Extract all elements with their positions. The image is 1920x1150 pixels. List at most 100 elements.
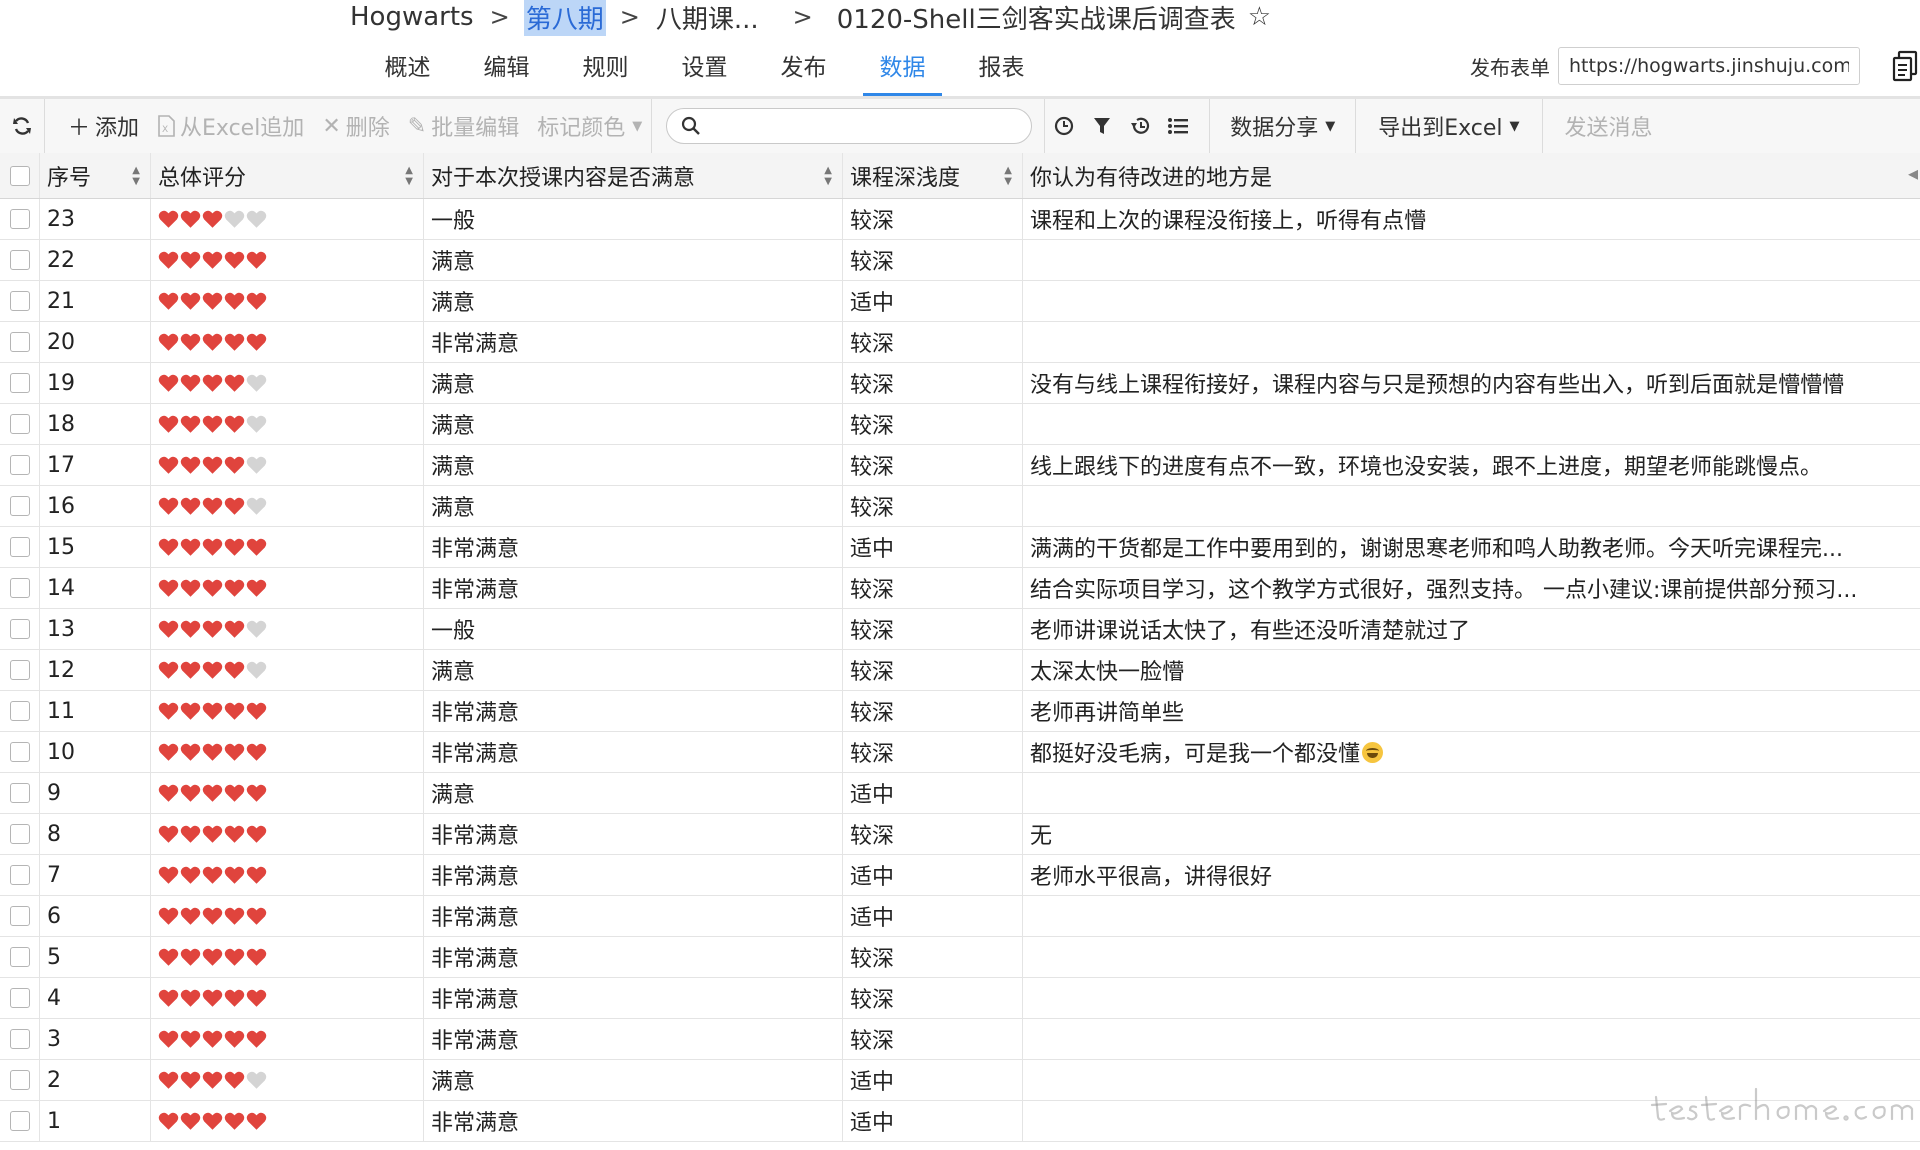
cell-depth[interactable]: 适中: [843, 855, 1023, 895]
cell-seq[interactable]: 9: [40, 773, 151, 813]
table-row[interactable]: 3 非常满意 较深: [0, 1019, 1920, 1060]
cell-satisfaction[interactable]: 一般: [424, 199, 843, 239]
table-row[interactable]: 11 非常满意 较深 老师再讲简单些: [0, 691, 1920, 732]
row-checkbox[interactable]: [9, 947, 30, 967]
cell-improvement[interactable]: 太深太快一脸懵: [1023, 650, 1920, 690]
cell-improvement[interactable]: 没有与线上课程衔接好，课程内容与只是预想的内容有些出入，听到后面就是懵懵懵: [1023, 363, 1920, 403]
row-checkbox[interactable]: [9, 1070, 30, 1090]
table-row[interactable]: 8 非常满意 较深 无: [0, 814, 1920, 855]
cell-depth[interactable]: 较深: [843, 240, 1023, 280]
cell-depth[interactable]: 较深: [843, 609, 1023, 649]
table-row[interactable]: 15 非常满意 适中 满满的干货都是工作中要用到的，谢谢思寒老师和鸣人助教老师。今天听…: [0, 527, 1920, 568]
tab-edit[interactable]: 编辑: [457, 44, 556, 96]
clock-icon[interactable]: [1045, 99, 1083, 153]
tab-overview[interactable]: 概述: [358, 44, 457, 96]
row-checkbox[interactable]: [9, 988, 30, 1008]
cell-depth[interactable]: 较深: [843, 1019, 1023, 1059]
row-checkbox[interactable]: [9, 865, 30, 885]
cell-depth[interactable]: 较深: [843, 568, 1023, 608]
copy-document-icon[interactable]: [1892, 50, 1918, 82]
cell-satisfaction[interactable]: 一般: [424, 609, 843, 649]
table-row[interactable]: 22 满意 较深: [0, 240, 1920, 281]
cell-satisfaction[interactable]: 非常满意: [424, 691, 843, 731]
row-checkbox[interactable]: [9, 742, 30, 762]
table-row[interactable]: 14 非常满意 较深 结合实际项目学习，这个教学方式很好，强烈支持。 一点小建议:课前…: [0, 568, 1920, 609]
history-icon[interactable]: [1121, 99, 1159, 153]
cell-improvement[interactable]: 老师再讲简单些: [1023, 691, 1920, 731]
send-message-button[interactable]: 发送消息: [1543, 99, 1675, 153]
cell-improvement[interactable]: [1023, 1060, 1920, 1100]
cell-satisfaction[interactable]: 满意: [424, 773, 843, 813]
cell-improvement[interactable]: [1023, 486, 1920, 526]
breadcrumb-item-folder[interactable]: 八期课...: [654, 0, 761, 36]
tab-rules[interactable]: 规则: [556, 44, 655, 96]
cell-improvement[interactable]: [1023, 773, 1920, 813]
row-checkbox[interactable]: [9, 537, 30, 557]
row-checkbox[interactable]: [9, 332, 30, 352]
row-checkbox[interactable]: [9, 373, 30, 393]
cell-depth[interactable]: 较深: [843, 814, 1023, 854]
cell-rating[interactable]: [151, 773, 424, 813]
cell-seq[interactable]: 6: [40, 896, 151, 936]
search-input[interactable]: [701, 114, 1032, 138]
column-header-seq[interactable]: 序号 ▲ ▼: [40, 153, 151, 198]
cell-satisfaction[interactable]: 非常满意: [424, 978, 843, 1018]
cell-seq[interactable]: 10: [40, 732, 151, 772]
cell-rating[interactable]: [151, 322, 424, 362]
cell-seq[interactable]: 5: [40, 937, 151, 977]
cell-satisfaction[interactable]: 满意: [424, 486, 843, 526]
cell-satisfaction[interactable]: 非常满意: [424, 896, 843, 936]
tab-report[interactable]: 报表: [952, 44, 1051, 96]
cell-depth[interactable]: 适中: [843, 1101, 1023, 1141]
cell-seq[interactable]: 11: [40, 691, 151, 731]
cell-rating[interactable]: [151, 609, 424, 649]
cell-seq[interactable]: 3: [40, 1019, 151, 1059]
cell-seq[interactable]: 21: [40, 281, 151, 321]
cell-rating[interactable]: [151, 937, 424, 977]
column-header-satisfaction[interactable]: 对于本次授课内容是否满意 ▲ ▼: [424, 153, 843, 198]
cell-rating[interactable]: [151, 1101, 424, 1141]
cell-rating[interactable]: [151, 527, 424, 567]
cell-seq[interactable]: 4: [40, 978, 151, 1018]
sort-icon[interactable]: ▲ ▼: [405, 165, 413, 187]
breadcrumb-item-org[interactable]: Hogwarts: [348, 2, 476, 32]
excel-append-button[interactable]: X 从Excel追加: [148, 99, 313, 153]
cell-rating[interactable]: [151, 281, 424, 321]
cell-satisfaction[interactable]: 非常满意: [424, 814, 843, 854]
cell-rating[interactable]: [151, 199, 424, 239]
cell-satisfaction[interactable]: 非常满意: [424, 527, 843, 567]
cell-improvement[interactable]: [1023, 1019, 1920, 1059]
cell-improvement[interactable]: [1023, 896, 1920, 936]
cell-rating[interactable]: [151, 896, 424, 936]
cell-depth[interactable]: 适中: [843, 527, 1023, 567]
table-row[interactable]: 5 非常满意 较深: [0, 937, 1920, 978]
cell-seq[interactable]: 20: [40, 322, 151, 362]
breadcrumb-item-term[interactable]: 第八期: [523, 0, 606, 36]
cell-seq[interactable]: 19: [40, 363, 151, 403]
row-checkbox[interactable]: [9, 291, 30, 311]
tab-settings[interactable]: 设置: [655, 44, 754, 96]
cell-seq[interactable]: 17: [40, 445, 151, 485]
cell-rating[interactable]: [151, 445, 424, 485]
row-checkbox[interactable]: [9, 209, 30, 229]
cell-depth[interactable]: 较深: [843, 937, 1023, 977]
cell-depth[interactable]: 适中: [843, 1060, 1023, 1100]
cell-rating[interactable]: [151, 855, 424, 895]
row-checkbox[interactable]: [9, 660, 30, 680]
column-header-depth[interactable]: 课程深浅度 ▲ ▼: [843, 153, 1023, 198]
tab-data[interactable]: 数据: [853, 44, 952, 96]
column-header-improvement[interactable]: 你认为有待改进的地方是 ◂: [1023, 153, 1920, 198]
cell-seq[interactable]: 16: [40, 486, 151, 526]
cell-rating[interactable]: [151, 732, 424, 772]
cell-depth[interactable]: 较深: [843, 691, 1023, 731]
cell-rating[interactable]: [151, 486, 424, 526]
table-row[interactable]: 18 满意 较深: [0, 404, 1920, 445]
cell-improvement[interactable]: [1023, 1101, 1920, 1141]
cell-improvement[interactable]: [1023, 937, 1920, 977]
table-row[interactable]: 19 满意 较深 没有与线上课程衔接好，课程内容与只是预想的内容有些出入，听到后面就是…: [0, 363, 1920, 404]
data-share-dropdown[interactable]: 数据分享 ▼: [1210, 99, 1355, 153]
row-checkbox[interactable]: [9, 414, 30, 434]
table-row[interactable]: 7 非常满意 适中 老师水平很高，讲得很好: [0, 855, 1920, 896]
cell-rating[interactable]: [151, 568, 424, 608]
cell-satisfaction[interactable]: 满意: [424, 240, 843, 280]
